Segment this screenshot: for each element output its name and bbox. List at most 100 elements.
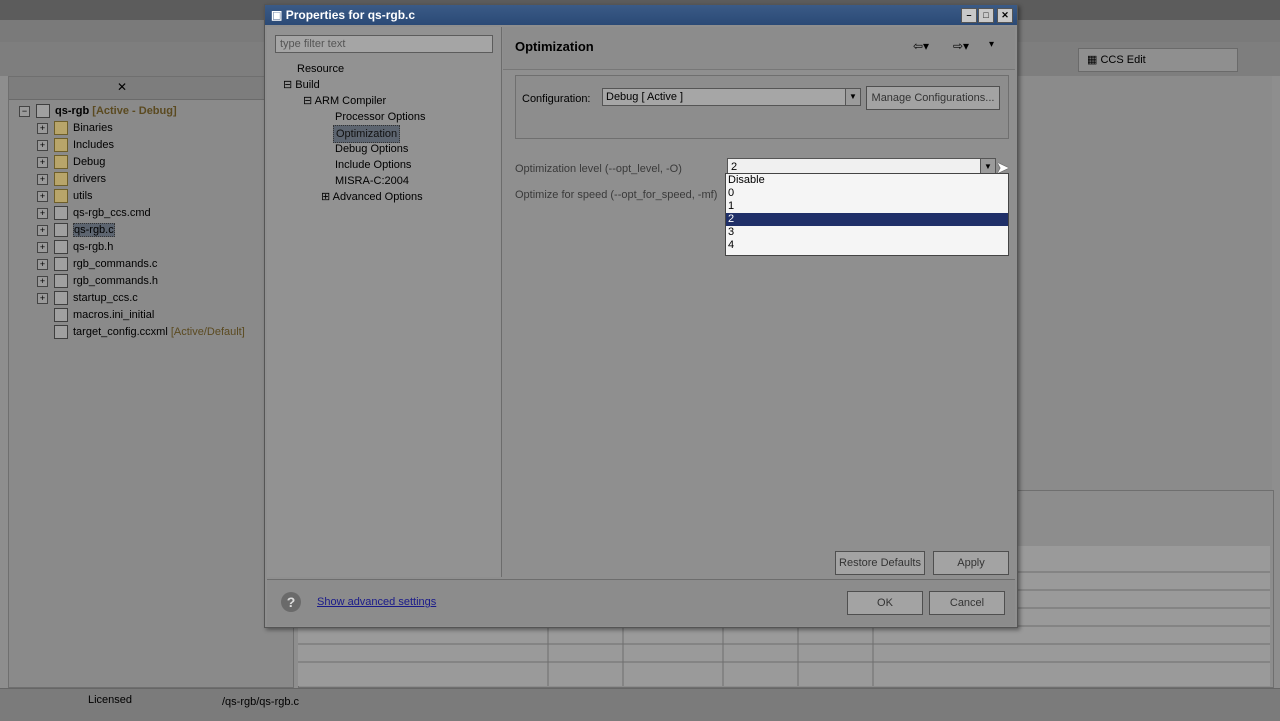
dialog-title-bar: ▣ Properties for qs-rgb.c – □ ✕ bbox=[265, 5, 1017, 25]
page-title: Optimization bbox=[515, 39, 594, 54]
expand-icon[interactable]: ⊞ bbox=[321, 191, 333, 203]
expand-icon[interactable]: + bbox=[37, 207, 48, 219]
tree-item[interactable]: + qs-rgb.h bbox=[37, 239, 113, 256]
file-icon bbox=[54, 308, 68, 323]
file-icon bbox=[54, 291, 68, 306]
expand-icon[interactable]: + bbox=[37, 122, 48, 134]
nav-item-misra[interactable]: MISRA-C:2004 bbox=[335, 173, 409, 189]
opt-level-dropdown-list: Disable 0 1 2 3 4 bbox=[725, 173, 1009, 256]
status-bar: Licensed /qs-rgb/qs-rgb.c bbox=[0, 688, 1280, 721]
tree-item[interactable]: + drivers bbox=[37, 171, 106, 188]
dropdown-option[interactable]: 1 bbox=[726, 200, 1008, 213]
manage-configurations-button[interactable]: Manage Configurations... bbox=[866, 86, 1000, 110]
tree-item[interactable]: target_config.ccxml [Active/Default] bbox=[37, 324, 245, 341]
tree-item-label: drivers bbox=[73, 173, 107, 185]
app-icon: ▣ bbox=[271, 8, 283, 22]
apply-button[interactable]: Apply bbox=[933, 551, 1009, 575]
dropdown-option[interactable]: 3 bbox=[726, 226, 1008, 239]
minimize-icon[interactable]: – bbox=[961, 8, 977, 23]
configuration-label: Configuration: bbox=[522, 93, 591, 105]
dropdown-option[interactable]: 4 bbox=[726, 239, 1008, 252]
tree-item-label: macros.ini_initial bbox=[73, 309, 155, 321]
folder-icon bbox=[54, 121, 68, 136]
tree-item[interactable]: + Binaries bbox=[37, 120, 113, 137]
file-icon bbox=[54, 274, 68, 289]
dropdown-option[interactable]: 0 bbox=[726, 187, 1008, 200]
opt-level-value: 2 bbox=[731, 161, 738, 173]
expand-icon[interactable]: + bbox=[37, 224, 48, 236]
expand-icon[interactable]: + bbox=[37, 156, 48, 168]
tree-item[interactable]: + startup_ccs.c bbox=[37, 290, 138, 307]
expand-icon[interactable]: + bbox=[37, 173, 48, 185]
tree-item[interactable]: + rgb_commands.c bbox=[37, 256, 157, 273]
file-icon bbox=[54, 206, 68, 221]
chevron-down-icon[interactable]: ▼ bbox=[845, 89, 860, 105]
nav-item-debug-options[interactable]: Debug Options bbox=[335, 141, 408, 157]
dropdown-option[interactable]: 2 bbox=[726, 213, 1008, 226]
file-icon bbox=[54, 240, 68, 255]
help-icon[interactable]: ? bbox=[281, 592, 301, 612]
maximize-icon[interactable]: □ bbox=[978, 8, 994, 23]
tree-item-label: rgb_commands.c bbox=[73, 258, 158, 270]
collapse-icon[interactable]: ⊟ bbox=[283, 79, 295, 91]
close-icon[interactable]: ✕ bbox=[997, 8, 1013, 23]
opt-speed-label: Optimize for speed (--opt_for_speed, -mf… bbox=[515, 189, 718, 201]
tree-item[interactable]: + qs-rgb_ccs.cmd bbox=[37, 205, 151, 222]
tree-item-label: Debug bbox=[73, 156, 106, 168]
show-advanced-settings-link[interactable]: Show advanced settings bbox=[317, 596, 436, 608]
nav-item-build[interactable]: ⊟ Build bbox=[283, 77, 320, 93]
nav-item-include-options[interactable]: Include Options bbox=[335, 157, 411, 173]
expand-icon[interactable]: + bbox=[37, 258, 48, 270]
folder-icon bbox=[54, 138, 68, 153]
nav-item-processor-options[interactable]: Processor Options bbox=[335, 109, 425, 125]
close-icon[interactable]: ✕ bbox=[117, 80, 127, 94]
file-icon bbox=[54, 223, 68, 238]
tree-item[interactable]: macros.ini_initial bbox=[37, 307, 154, 324]
mouse-cursor-icon: ➤ bbox=[996, 160, 1010, 177]
file-icon bbox=[54, 325, 68, 340]
nav-item-arm-compiler[interactable]: ⊟ ARM Compiler bbox=[303, 93, 386, 109]
restore-defaults-button[interactable]: Restore Defaults bbox=[835, 551, 925, 575]
tree-item[interactable]: − qs-rgb [Active - Debug] bbox=[19, 103, 177, 120]
perspective-switcher[interactable]: ▦ CCS Edit bbox=[1078, 48, 1238, 72]
dropdown-option[interactable]: Disable bbox=[726, 174, 1008, 187]
license-status: Licensed bbox=[88, 694, 133, 706]
expand-icon[interactable]: + bbox=[37, 190, 48, 202]
tree-item[interactable]: + rgb_commands.h bbox=[37, 273, 158, 290]
nav-item-label: Advanced Options bbox=[332, 191, 423, 203]
tree-item[interactable]: + Debug bbox=[37, 154, 105, 171]
tree-item[interactable]: + utils bbox=[37, 188, 93, 205]
expand-icon[interactable]: + bbox=[37, 241, 48, 253]
cancel-button[interactable]: Cancel bbox=[929, 591, 1005, 615]
expand-icon[interactable]: + bbox=[37, 275, 48, 287]
ok-button[interactable]: OK bbox=[847, 591, 923, 615]
nav-pane: type filter text Resource ⊟ Build ⊟ ARM … bbox=[267, 27, 502, 577]
perspective-icon: ▦ bbox=[1087, 54, 1101, 66]
collapse-icon[interactable]: ⊟ bbox=[303, 95, 315, 107]
folder-icon bbox=[54, 155, 68, 170]
outline-area: ▦ CCS Edit bbox=[1018, 48, 1272, 496]
tree-item-label: qs-rgb.h bbox=[73, 241, 114, 253]
dialog-footer: ? Show advanced settings OK Cancel bbox=[267, 579, 1015, 626]
nav-item-advanced-options[interactable]: ⊞ Advanced Options bbox=[321, 189, 423, 205]
expand-icon[interactable]: + bbox=[37, 292, 48, 304]
folder-icon bbox=[54, 189, 68, 204]
current-file-path: /qs-rgb/qs-rgb.c bbox=[222, 696, 300, 708]
folder-icon bbox=[54, 172, 68, 187]
expand-icon[interactable]: + bbox=[37, 139, 48, 151]
nav-item-resource[interactable]: Resource bbox=[297, 61, 344, 77]
back-arrow-icon[interactable]: ⇦▾ bbox=[913, 39, 929, 53]
tree-item[interactable]: + Includes bbox=[37, 137, 114, 154]
tree-item[interactable]: + qs-rgb.c bbox=[37, 222, 115, 239]
project-explorer: ✕ − qs-rgb [Active - Debug] + Binaries + Incl… bbox=[8, 76, 294, 688]
nav-item-label: Build bbox=[295, 79, 320, 91]
forward-arrow-icon[interactable]: ⇨▾ bbox=[953, 39, 969, 53]
view-menu-icon[interactable]: ▾ bbox=[989, 39, 994, 50]
collapse-icon[interactable]: − bbox=[19, 105, 30, 117]
tree-item-label: Includes bbox=[73, 139, 114, 151]
project-explorer-tab[interactable]: ✕ bbox=[9, 77, 293, 100]
tree-item-label: qs-rgb bbox=[55, 105, 90, 117]
configuration-select[interactable]: Debug [ Active ] ▼ bbox=[602, 88, 861, 106]
tree-item-label: startup_ccs.c bbox=[73, 292, 138, 304]
filter-input[interactable]: type filter text bbox=[275, 35, 493, 53]
